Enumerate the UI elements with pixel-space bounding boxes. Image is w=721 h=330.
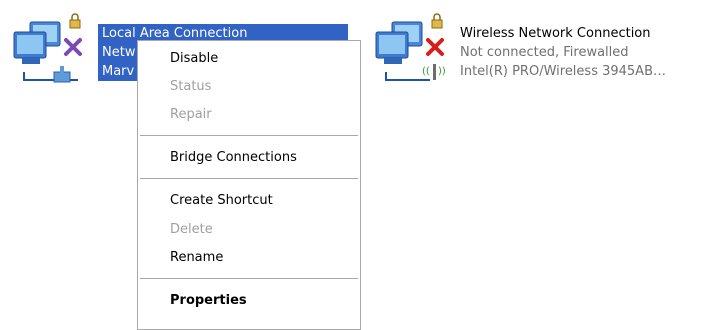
menu-item-rename[interactable]: Rename	[170, 247, 223, 269]
svg-text:((: ((	[422, 66, 430, 77]
menu-item-properties[interactable]: Properties	[170, 290, 247, 312]
wireless-connection-name[interactable]: Wireless Network Connection	[460, 24, 651, 43]
menu-item-disable[interactable]: Disable	[170, 48, 218, 70]
menu-separator	[140, 178, 358, 179]
lan-connection-icon[interactable]	[8, 10, 98, 90]
wireless-network-connection-item[interactable]: (( )) Wireless Network Connection Not co…	[370, 10, 720, 95]
menu-item-delete: Delete	[170, 222, 213, 237]
menu-item-status: Status	[170, 79, 212, 94]
connection-context-menu: Disable Status Repair Bridge Connections…	[137, 40, 361, 330]
menu-item-repair: Repair	[170, 107, 212, 122]
wireless-connection-device: Intel(R) PRO/Wireless 3945AB…	[460, 64, 666, 79]
wireless-connection-status: Not connected, Firewalled	[460, 45, 629, 60]
menu-item-bridge-connections[interactable]: Bridge Connections	[170, 147, 297, 169]
menu-item-create-shortcut[interactable]: Create Shortcut	[170, 190, 273, 212]
svg-text:)): ))	[438, 66, 446, 77]
menu-separator	[140, 278, 358, 279]
menu-separator	[140, 135, 358, 136]
wireless-connection-icon[interactable]: (( ))	[370, 10, 460, 90]
